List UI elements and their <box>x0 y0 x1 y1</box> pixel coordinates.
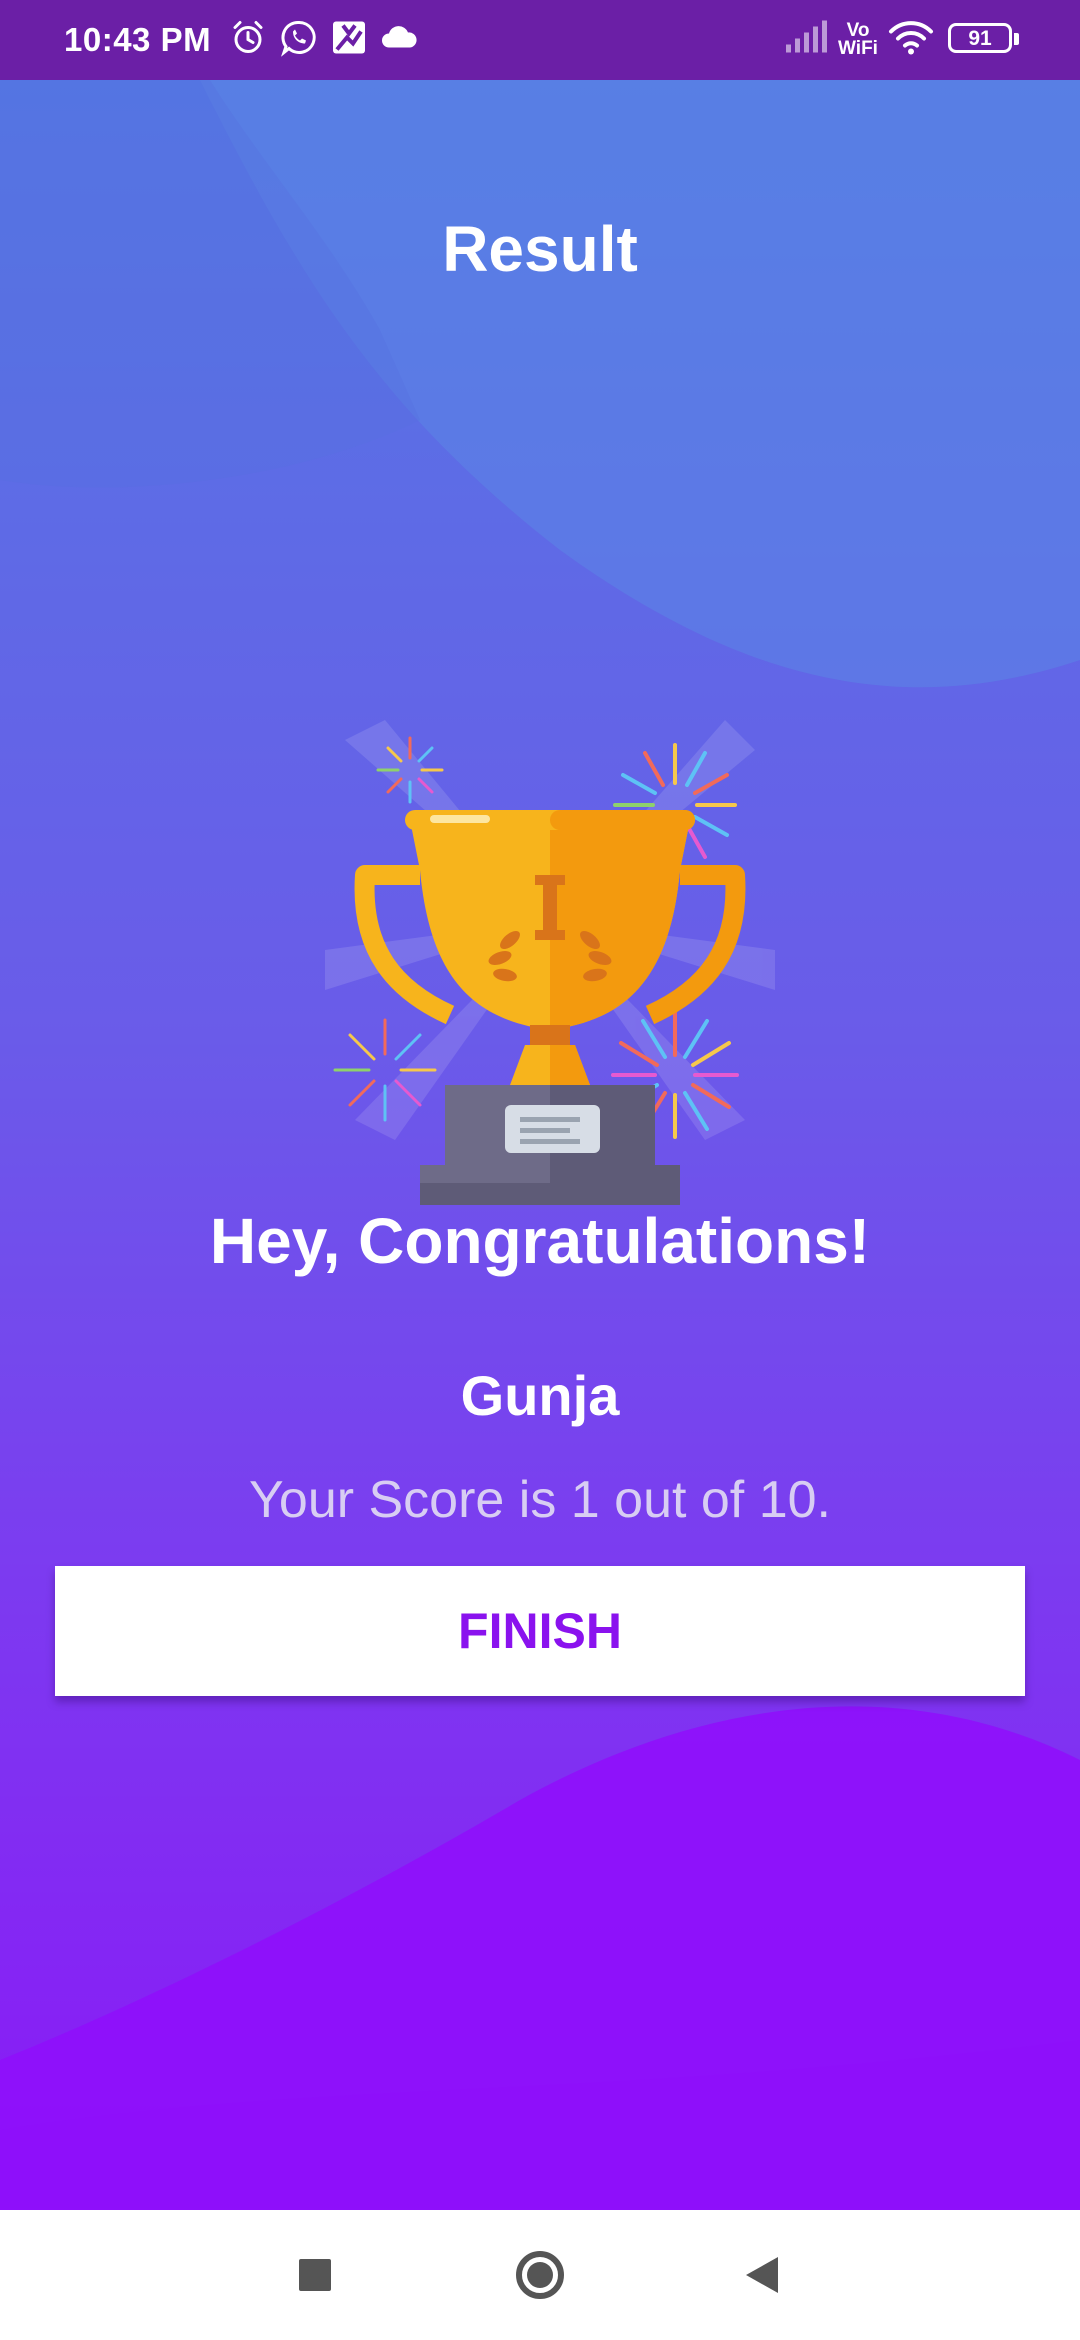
battery-level: 91 <box>948 23 1012 53</box>
firework-bottom-left-icon <box>333 1018 437 1122</box>
screen: 10:43 PM Vo WiFi 91 Result Hey, Congratu… <box>0 0 1080 2340</box>
score-text: Your Score is 1 out of 10. <box>248 1471 831 1529</box>
recents-icon <box>299 2259 331 2291</box>
congratulations-heading: Hey, Congratulations! <box>209 1205 871 1277</box>
wifi-icon <box>888 20 934 61</box>
back-button[interactable] <box>722 2235 802 2315</box>
home-button[interactable] <box>500 2235 580 2315</box>
trophy-illustration <box>325 720 775 1205</box>
whatsapp-icon <box>280 19 318 62</box>
cloud-icon <box>380 24 418 57</box>
status-time: 10:43 PM <box>64 21 212 58</box>
home-icon <box>516 2251 564 2299</box>
result-screen: Result Hey, Congratulations! Gunja Your … <box>0 80 1080 2210</box>
page-title: Result <box>442 213 638 285</box>
user-name: Gunja <box>460 1364 620 1427</box>
vowifi-icon: Vo WiFi <box>838 21 878 59</box>
vowifi-label-bottom: WiFi <box>838 38 878 59</box>
back-icon <box>746 2257 778 2293</box>
gallery-icon <box>331 20 367 61</box>
alarm-icon <box>230 20 266 61</box>
signal-icon <box>784 20 828 60</box>
finish-button[interactable]: FINISH <box>55 1566 1025 1696</box>
status-bar: 10:43 PM Vo WiFi 91 <box>0 0 1080 80</box>
navigation-bar <box>0 2210 1080 2340</box>
recents-button[interactable] <box>275 2235 355 2315</box>
battery-icon: 91 <box>948 23 1019 57</box>
